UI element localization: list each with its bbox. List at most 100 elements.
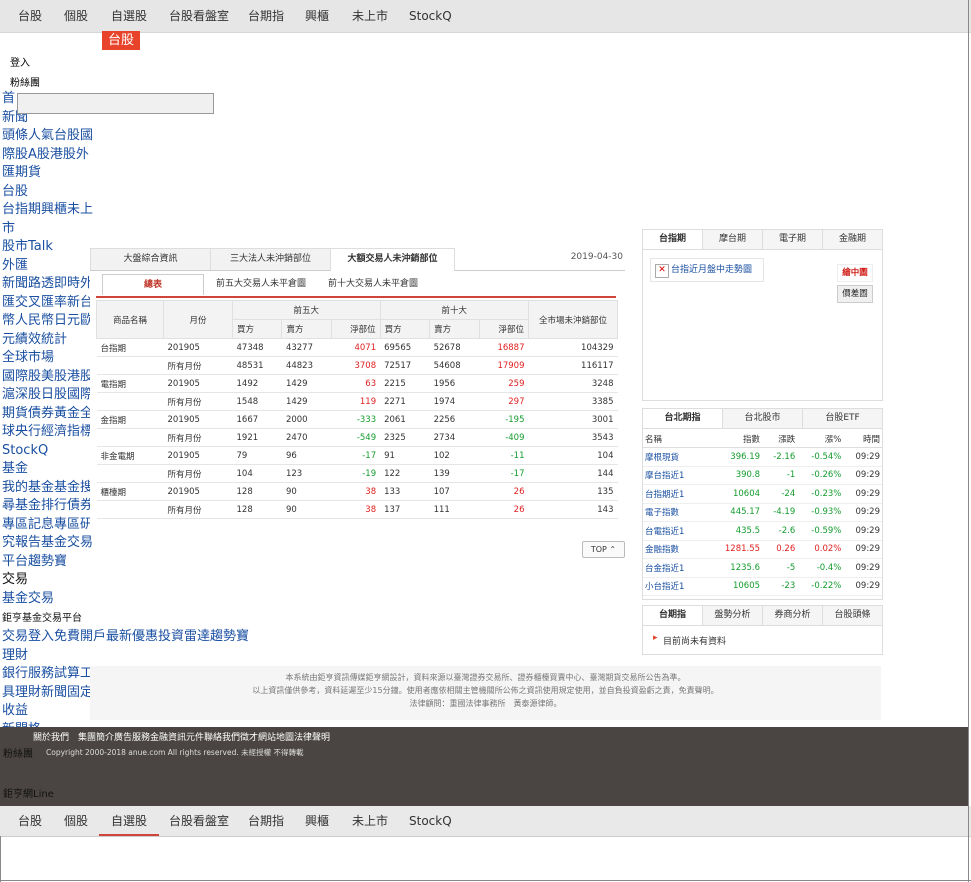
fans-link[interactable]: 粉絲團 bbox=[10, 74, 40, 89]
sidebar-link[interactable]: 匯交叉匯率新台 bbox=[2, 294, 93, 313]
bnav-emerging[interactable]: 興櫃 bbox=[305, 806, 329, 836]
quote-pct: 0.02% bbox=[797, 540, 844, 559]
quote-name[interactable]: 金融指數 bbox=[643, 540, 709, 559]
quote-name[interactable]: 台指期近1 bbox=[643, 484, 709, 504]
bnav-watchlist[interactable]: 自選股 bbox=[99, 806, 160, 836]
bnav-stockq[interactable]: StockQ bbox=[409, 806, 452, 836]
subtab-summary[interactable]: 總表 bbox=[102, 274, 204, 295]
sidebar-link[interactable]: 滬深股日股國際 bbox=[2, 386, 93, 405]
sidebar-link[interactable]: 尋基金排行債券 bbox=[2, 497, 93, 516]
sidebar-link[interactable]: 基金交易 bbox=[2, 590, 54, 609]
tab-etf[interactable]: 台股ETF bbox=[803, 409, 882, 428]
sidebar-link[interactable]: 專區記息專區研 bbox=[2, 516, 93, 535]
quote-row[interactable]: 摩根現貨 396.19 -2.16 -0.54% 09:29 bbox=[643, 447, 882, 467]
nav-emerging[interactable]: 興櫃 bbox=[305, 0, 329, 32]
sidebar-link[interactable]: 際股A股港股外 bbox=[2, 146, 89, 165]
quote-row[interactable]: 台指期近1 10604 -24 -0.23% 09:29 bbox=[643, 484, 882, 504]
sidebar-link[interactable]: 理財 bbox=[2, 647, 28, 666]
quote-row[interactable]: 台電指近1 435.5 -2.6 -0.59% 09:29 bbox=[643, 521, 882, 541]
footer-copyright: Copyright 2000-2018 anue.com All rights … bbox=[46, 748, 304, 757]
bnav-taiwan-stock[interactable]: 台股 bbox=[18, 806, 42, 836]
sidebar-link[interactable]: 具理財新聞固定 bbox=[2, 684, 93, 703]
sidebar-link[interactable]: 期貨債券黃金全 bbox=[2, 405, 93, 424]
footer-line-link[interactable]: 鉅亨網Line bbox=[3, 785, 54, 800]
cell: 128 bbox=[232, 482, 282, 501]
sidebar-link[interactable]: 首 bbox=[2, 90, 15, 109]
tab-analysis-tx[interactable]: 台期指 bbox=[643, 606, 703, 625]
nav-stockq[interactable]: StockQ bbox=[409, 0, 452, 32]
sidebar-link[interactable]: 股市Talk bbox=[2, 238, 53, 257]
bnav-index-futures[interactable]: 台期指 bbox=[248, 806, 284, 836]
quote-row[interactable]: 電子指數 445.17 -4.19 -0.93% 09:29 bbox=[643, 503, 882, 522]
quote-name[interactable]: 台電指近1 bbox=[643, 521, 709, 541]
tab-market-analysis[interactable]: 盤勢分析 bbox=[703, 606, 763, 625]
sidebar-link[interactable]: 交易登入免費開戶最新優惠投資雷達趨勢寶 bbox=[2, 628, 249, 647]
tab-institutional-positions[interactable]: 三大法人未沖銷部位 bbox=[210, 248, 331, 270]
nav-individual-stock[interactable]: 個股 bbox=[64, 0, 88, 32]
section-badge[interactable]: 台股 bbox=[102, 31, 141, 50]
bnav-market-room[interactable]: 台股看盤室 bbox=[169, 806, 229, 836]
tab-large-trader-positions[interactable]: 大額交易人未沖銷部位 bbox=[330, 248, 455, 271]
sidebar-link[interactable]: 幣人民幣日元歐 bbox=[2, 312, 93, 331]
subtab-top5-chart[interactable]: 前五大交易人未平倉圖 bbox=[216, 274, 306, 294]
sidebar-link[interactable]: 交易 bbox=[2, 571, 28, 590]
tab-finance[interactable]: 金融期 bbox=[823, 230, 882, 249]
sidebar-link[interactable]: 台股 bbox=[2, 183, 28, 202]
tab-headlines[interactable]: 台股頭條 bbox=[823, 606, 882, 625]
quote-name[interactable]: 摩根現貨 bbox=[643, 447, 709, 467]
sidebar-link[interactable]: 國際股美股港股 bbox=[2, 368, 93, 387]
tab-taipei-stocks[interactable]: 台北股市 bbox=[723, 409, 803, 428]
sidebar-link[interactable]: 匯期貨 bbox=[2, 164, 41, 183]
sidebar-link[interactable]: 我的基金基金搜 bbox=[2, 479, 93, 498]
bnav-unlisted[interactable]: 未上市 bbox=[352, 806, 388, 836]
sidebar-link[interactable]: 基金 bbox=[2, 460, 28, 479]
sidebar-link[interactable]: 市 bbox=[2, 220, 15, 239]
cell: 72517 bbox=[380, 356, 430, 375]
quote-pct: -0.23% bbox=[797, 484, 844, 504]
cell: 1667 bbox=[232, 410, 282, 429]
sidebar-link[interactable]: 元績效統計 bbox=[2, 331, 67, 350]
footer-links[interactable]: 關於我們 集團簡介廣告服務金融資訊元件聯絡我們徵才網站地圖法律聲明 bbox=[33, 730, 330, 743]
nav-watchlist[interactable]: 自選股 bbox=[111, 0, 147, 32]
tab-electronics[interactable]: 電子期 bbox=[763, 230, 823, 249]
footer-fans-link[interactable]: 粉絲團 bbox=[3, 745, 33, 760]
nav-index-futures[interactable]: 台期指 bbox=[248, 0, 284, 32]
sidebar-link[interactable]: 外匯 bbox=[2, 257, 28, 276]
sidebar-link[interactable]: 頭條人氣台股國 bbox=[2, 127, 93, 146]
bnav-individual-stock[interactable]: 個股 bbox=[64, 806, 88, 836]
sidebar-link[interactable]: 台指期興櫃未上 bbox=[2, 201, 93, 220]
quote-name[interactable]: 摩台指近1 bbox=[643, 466, 709, 485]
sidebar-link[interactable]: 球央行經濟指標 bbox=[2, 423, 93, 442]
nav-unlisted[interactable]: 未上市 bbox=[352, 0, 388, 32]
quote-row[interactable]: 小台指近1 10605 -23 -0.22% 09:29 bbox=[643, 577, 882, 596]
tab-tx[interactable]: 台指期 bbox=[643, 230, 703, 249]
sidebar-link[interactable]: 全球市場 bbox=[2, 349, 54, 368]
quote-name[interactable]: 小台指近1 bbox=[643, 577, 709, 596]
quote-name[interactable]: 電子指數 bbox=[643, 503, 709, 522]
sidebar-link[interactable]: 究報告基金交易 bbox=[2, 534, 93, 553]
login-link[interactable]: 登入 bbox=[10, 54, 30, 69]
sidebar-link[interactable]: 銀行服務試算工 bbox=[2, 665, 93, 684]
quote-row[interactable]: 台金指近1 1235.6 -5 -0.4% 09:29 bbox=[643, 558, 882, 578]
sidebar-link[interactable]: StockQ bbox=[2, 442, 48, 461]
positions-table: 商品名稱 月份 前五大 前十大 全市場未沖銷部位 買方 賣方 淨部位 買方 賣方… bbox=[96, 300, 618, 519]
nav-taiwan-stock[interactable]: 台股 bbox=[18, 0, 42, 32]
quote-row[interactable]: 摩台指近1 390.8 -1 -0.26% 09:29 bbox=[643, 466, 882, 485]
tab-msci[interactable]: 摩台期 bbox=[703, 230, 763, 249]
spread-chart-button[interactable]: 價差圖 bbox=[837, 285, 873, 303]
quote-row[interactable]: 金融指數 1281.55 0.26 0.02% 09:29 bbox=[643, 540, 882, 559]
tab-taipei-futures[interactable]: 台北期指 bbox=[643, 409, 723, 428]
search-input[interactable] bbox=[17, 93, 214, 114]
sidebar-link[interactable]: 新聞路透即時外 bbox=[2, 275, 93, 294]
quote-pct: -0.93% bbox=[797, 503, 844, 522]
quotes-box: 台北期指 台北股市 台股ETF 名稱 指數 漲跌 漲% 時間 摩根現貨 396.1… bbox=[642, 408, 883, 600]
back-to-top-button[interactable]: TOP ⌃ bbox=[582, 541, 625, 558]
tab-broker-analysis[interactable]: 券商分析 bbox=[763, 606, 823, 625]
intraday-chart-button[interactable]: 繪中圖 bbox=[837, 264, 873, 282]
sidebar-link[interactable]: 平台趨勢寶 bbox=[2, 553, 67, 572]
subtab-top10-chart[interactable]: 前十大交易人未平倉圖 bbox=[328, 274, 418, 294]
tab-market-overview[interactable]: 大盤綜合資訊 bbox=[90, 248, 211, 270]
sidebar-link[interactable]: 收益 bbox=[2, 702, 28, 721]
nav-market-room[interactable]: 台股看盤室 bbox=[169, 0, 229, 32]
quote-name[interactable]: 台金指近1 bbox=[643, 558, 709, 578]
